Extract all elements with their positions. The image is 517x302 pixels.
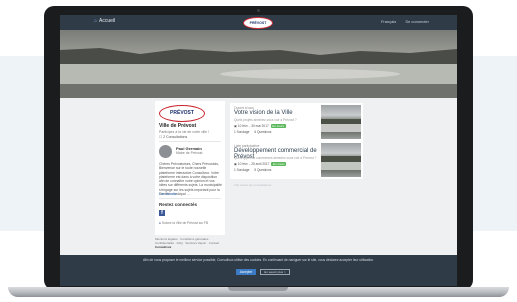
consultation-question: Quels projets aimeriez-vous voir à Prévo… xyxy=(234,118,297,122)
consultation-date-range: 10 févr. - 25 avril 2017 xyxy=(237,162,270,166)
organization-name: Ville de Prévost xyxy=(159,123,197,129)
footer-links[interactable]: Mentions légales · Conditions générales … xyxy=(155,237,219,245)
learn-more-button[interactable]: En savoir plus > xyxy=(260,269,290,275)
consultation-thumbnail[interactable] xyxy=(321,143,361,177)
calendar-icon: ▣ xyxy=(234,162,238,166)
consultation-meta-questions: 6 Questions xyxy=(254,130,272,134)
consultation-dates: ▣ 10 févr. - 25 avril 2017 En cours xyxy=(234,162,287,166)
consultations-count-label: 2 Consultations xyxy=(163,135,188,139)
thumbs-up-icon: ● xyxy=(159,221,161,225)
footer-powered-by[interactable]: Consultvox xyxy=(155,245,171,249)
organization-card: PRÉVOST Ville de Prévost Participez à la… xyxy=(155,101,225,235)
consultation-thumbnail[interactable] xyxy=(321,105,361,139)
laptop-screen: ⌂ Accueil PRÉVOST Français Se connecter P… xyxy=(60,15,457,286)
avatar xyxy=(159,145,172,158)
person-title: Maire de Prévost xyxy=(176,151,203,155)
social-title: Restez connectés xyxy=(159,202,198,207)
divider xyxy=(159,141,221,142)
calendar-icon: ▣ xyxy=(234,124,238,128)
facebook-icon[interactable]: f xyxy=(159,210,165,216)
laptop-camera xyxy=(257,9,260,12)
cookie-text: Afin de vous proposer le meilleur servic… xyxy=(142,258,375,262)
see-all-link[interactable]: Voir toutes les consultations xyxy=(234,183,271,187)
consultation-meta: 1 Sondage 6 Questions xyxy=(234,130,275,134)
nav-right-links: Français Se connecter xyxy=(373,19,429,24)
hero-banner-image xyxy=(60,30,457,98)
chat-icon: ☐ xyxy=(159,135,163,139)
nav-language-link[interactable]: Français xyxy=(381,19,396,24)
status-badge: En cours xyxy=(270,124,286,128)
read-more-link[interactable]: Lire la suite xyxy=(159,192,177,196)
consultation-meta-survey: 1 Sondage xyxy=(234,130,250,134)
consultation-meta-questions: 5 Questions xyxy=(254,168,272,172)
organization-subtitle: Participez à la vie de votre ville ! xyxy=(159,130,209,134)
laptop-notch xyxy=(228,287,288,291)
nav-home-label: Accueil xyxy=(99,18,116,24)
consultation-date-range: 10 févr. - 30 mai 2017 xyxy=(237,124,269,128)
top-navbar: ⌂ Accueil PRÉVOST Français Se connecter xyxy=(60,15,457,30)
consultation-meta-survey: 1 Sondage xyxy=(234,168,250,172)
status-badge: En cours xyxy=(271,162,287,166)
consultation-title[interactable]: Votre vision de la Ville xyxy=(234,110,322,116)
nav-logo[interactable]: PRÉVOST xyxy=(243,17,273,29)
facebook-link[interactable]: ●Suivez la Ville de Prévost sur FB xyxy=(159,221,208,225)
organization-logo: PRÉVOST xyxy=(159,105,205,122)
consultations-count[interactable]: ☐ 2 Consultations xyxy=(159,135,187,139)
consultation-card[interactable]: Ouvert à tous Votre vision de la Ville Q… xyxy=(230,103,363,141)
consultation-question: Quels types de commerces aimeriez-vous v… xyxy=(234,156,317,160)
home-icon: ⌂ xyxy=(94,18,98,24)
consultation-dates: ▣ 10 févr. - 30 mai 2017 En cours xyxy=(234,124,286,128)
consultation-meta: 1 Sondage 5 Questions xyxy=(234,168,275,172)
facebook-link-label: Suivez la Ville de Prévost sur FB xyxy=(161,221,209,225)
divider xyxy=(159,198,221,199)
footer: Mentions légales · Conditions générales … xyxy=(155,237,227,249)
nav-login-link[interactable]: Se connecter xyxy=(405,19,429,24)
cookie-banner: Afin de vous proposer le meilleur servic… xyxy=(60,255,457,286)
accept-cookies-button[interactable]: Accepter xyxy=(236,269,256,275)
nav-home-link[interactable]: ⌂ Accueil xyxy=(94,18,115,24)
consultation-card[interactable]: Liste participative Développement commer… xyxy=(230,141,363,179)
